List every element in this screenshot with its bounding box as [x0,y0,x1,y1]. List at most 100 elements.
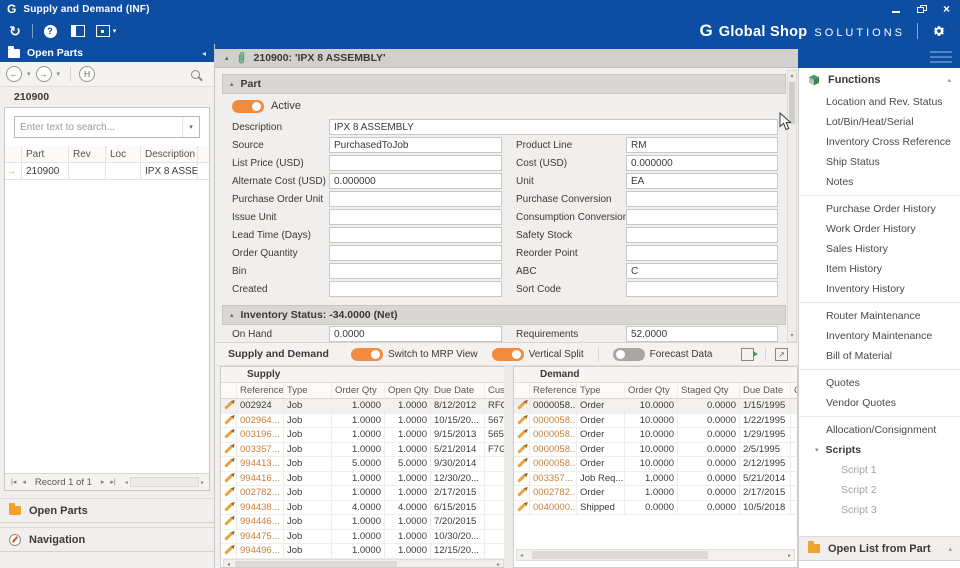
column-header-staged-qty[interactable]: Staged Qty [678,383,740,398]
scrollbar-thumb[interactable] [235,561,397,568]
edit-cell[interactable] [514,472,530,486]
function-vendor-quotes[interactable]: Vendor Quotes [799,393,960,413]
column-header-due-date[interactable]: Due Date [740,383,791,398]
column-header-rev[interactable]: Rev [69,146,106,162]
field-input-reorder-point[interactable] [626,245,778,261]
edit-cell[interactable] [221,515,237,529]
field-input-purchase-order-unit[interactable] [329,191,502,207]
column-header-order-qty[interactable]: Order Qty [332,383,385,398]
scroll-right-icon[interactable]: ▸ [494,561,503,568]
edit-cell[interactable] [221,399,237,413]
active-toggle[interactable] [232,100,264,113]
demand-hscrollbar[interactable]: ◂ ▸ [516,549,795,561]
edit-cell[interactable] [514,486,530,500]
search-input[interactable] [15,122,182,133]
table-row[interactable]: 0000058...Order10.00000.00001/29/1995 [514,428,797,443]
table-row[interactable]: 0000058...Order10.00000.00001/15/1995 [514,399,797,414]
edit-cell[interactable] [514,443,530,457]
last-record-button[interactable]: ▸| [107,478,118,486]
collapse-panel-icon[interactable]: ◂ [202,49,206,58]
field-input-bin[interactable] [329,263,502,279]
function-inventory-cross-reference[interactable]: Inventory Cross Reference [799,132,960,152]
help-button[interactable]: ? [39,21,61,41]
back-button[interactable]: ← [6,66,22,82]
scripts-tree-header[interactable]: ▾Scripts [799,440,960,460]
scroll-left-icon[interactable]: ◂ [123,479,130,486]
edit-cell[interactable] [514,428,530,442]
settings-button[interactable] [928,21,960,41]
restore-button[interactable] [917,5,926,13]
field-input-source[interactable]: PurchasedToJob [329,137,502,153]
function-inventory-maintenance[interactable]: Inventory Maintenance [799,326,960,346]
table-row[interactable]: 0002782...Order1.00000.00002/17/2015 [514,486,797,501]
panel-layout-button[interactable] [67,21,89,41]
column-header-custom[interactable]: Custom [485,383,506,398]
edit-cell[interactable] [221,486,237,500]
edit-cell[interactable] [221,501,237,515]
table-row[interactable]: 994416...Job1.00001.000012/30/20... [221,472,506,487]
search-dropdown-button[interactable]: ▾ [182,117,199,137]
edit-cell[interactable] [514,457,530,471]
first-record-button[interactable]: |◂ [8,478,19,486]
part-row[interactable]: →210900IPX 8 ASSE... [5,163,209,180]
record-scrollbar[interactable]: ◂ ▸ [123,477,206,487]
field-input-list-price-usd[interactable] [329,155,502,171]
table-row[interactable]: 003196...Job1.00001.00009/15/2013565586 [221,428,506,443]
column-header-c[interactable]: C [791,383,797,398]
function-notes[interactable]: Notes [799,172,960,192]
column-header-type[interactable]: Type [284,383,332,398]
field-input-alternate-cost-usd[interactable]: 0.000000 [329,173,502,189]
function-sales-history[interactable]: Sales History [799,239,960,259]
screen-mode-button[interactable]: ▾ [95,21,117,41]
scroll-left-icon[interactable]: ◂ [224,561,233,568]
function-purchase-order-history[interactable]: Purchase Order History [799,199,960,219]
edit-cell[interactable] [514,501,530,515]
forward-button[interactable]: → [36,66,52,82]
field-input-product-line[interactable]: RM [626,137,778,153]
forecast-data-toggle[interactable] [613,348,645,361]
table-row[interactable]: 0040000...Shipped0.00000.000010/5/2018 [514,501,797,516]
table-row[interactable]: 994475...Job1.00001.000010/30/20... [221,530,506,545]
table-row[interactable]: 002782...Job1.00001.00002/17/2015 [221,486,506,501]
table-splitter[interactable] [504,366,513,568]
scrollbar-thumb[interactable] [789,82,795,124]
function-allocation-consignment[interactable]: Allocation/Consignment [799,420,960,440]
scroll-up-icon[interactable]: ▴ [790,71,793,81]
supply-hscrollbar[interactable]: ◂ ▸ [223,559,504,568]
part-section-header[interactable]: ▴ Part [222,74,786,94]
table-row[interactable]: 994496...Job1.00001.000012/15/20... [221,544,506,559]
function-lot-bin-heat-serial[interactable]: Lot/Bin/Heat/Serial [799,112,960,132]
column-header-description[interactable]: Description [141,146,198,162]
script-script-3[interactable]: Script 3 [799,500,960,520]
field-input-abc[interactable]: C [626,263,778,279]
edit-cell[interactable] [221,457,237,471]
table-row[interactable]: 0000058...Order10.00000.00002/12/1995 [514,457,797,472]
table-row[interactable]: 994413...Job5.00005.00009/30/2014 [221,457,506,472]
field-input-created[interactable] [329,281,502,297]
field-input-purchase-conversion[interactable] [626,191,778,207]
table-row[interactable]: 003357...Job1.00001.00005/21/2014F7G987 [221,443,506,458]
function-work-order-history[interactable]: Work Order History [799,219,960,239]
field-input-lead-time-days[interactable] [329,227,502,243]
column-header-type[interactable]: Type [577,383,625,398]
table-row[interactable]: 003357...Job Req...1.00000.00005/21/2014 [514,472,797,487]
column-header-reference[interactable]: Reference [237,383,284,398]
table-row[interactable]: 002924Job1.00001.00008/12/2012RFQ# [221,399,506,414]
edit-cell[interactable] [514,414,530,428]
function-location-and-rev-status[interactable]: Location and Rev. Status [799,92,960,112]
field-input-sort-code[interactable] [626,281,778,297]
part-header-bar[interactable]: ▴ 210900: 'IPX 8 ASSEMBLY' [215,49,800,68]
function-quotes[interactable]: Quotes [799,373,960,393]
script-script-2[interactable]: Script 2 [799,480,960,500]
field-input-safety-stock[interactable] [626,227,778,243]
edit-cell[interactable] [221,472,237,486]
vertical-split-toggle[interactable] [492,348,524,361]
edit-cell[interactable] [221,443,237,457]
edit-cell[interactable] [514,399,530,413]
table-row[interactable]: 994438...Job4.00004.00006/15/2015 [221,501,506,516]
current-part-tab[interactable]: 210900 [0,87,214,107]
function-item-history[interactable]: Item History [799,259,960,279]
table-row[interactable]: 002964...Job1.00001.000010/15/20...56758… [221,414,506,429]
collapse-up-icon[interactable]: ▴ [947,76,951,84]
scrollbar-track[interactable] [526,551,785,559]
